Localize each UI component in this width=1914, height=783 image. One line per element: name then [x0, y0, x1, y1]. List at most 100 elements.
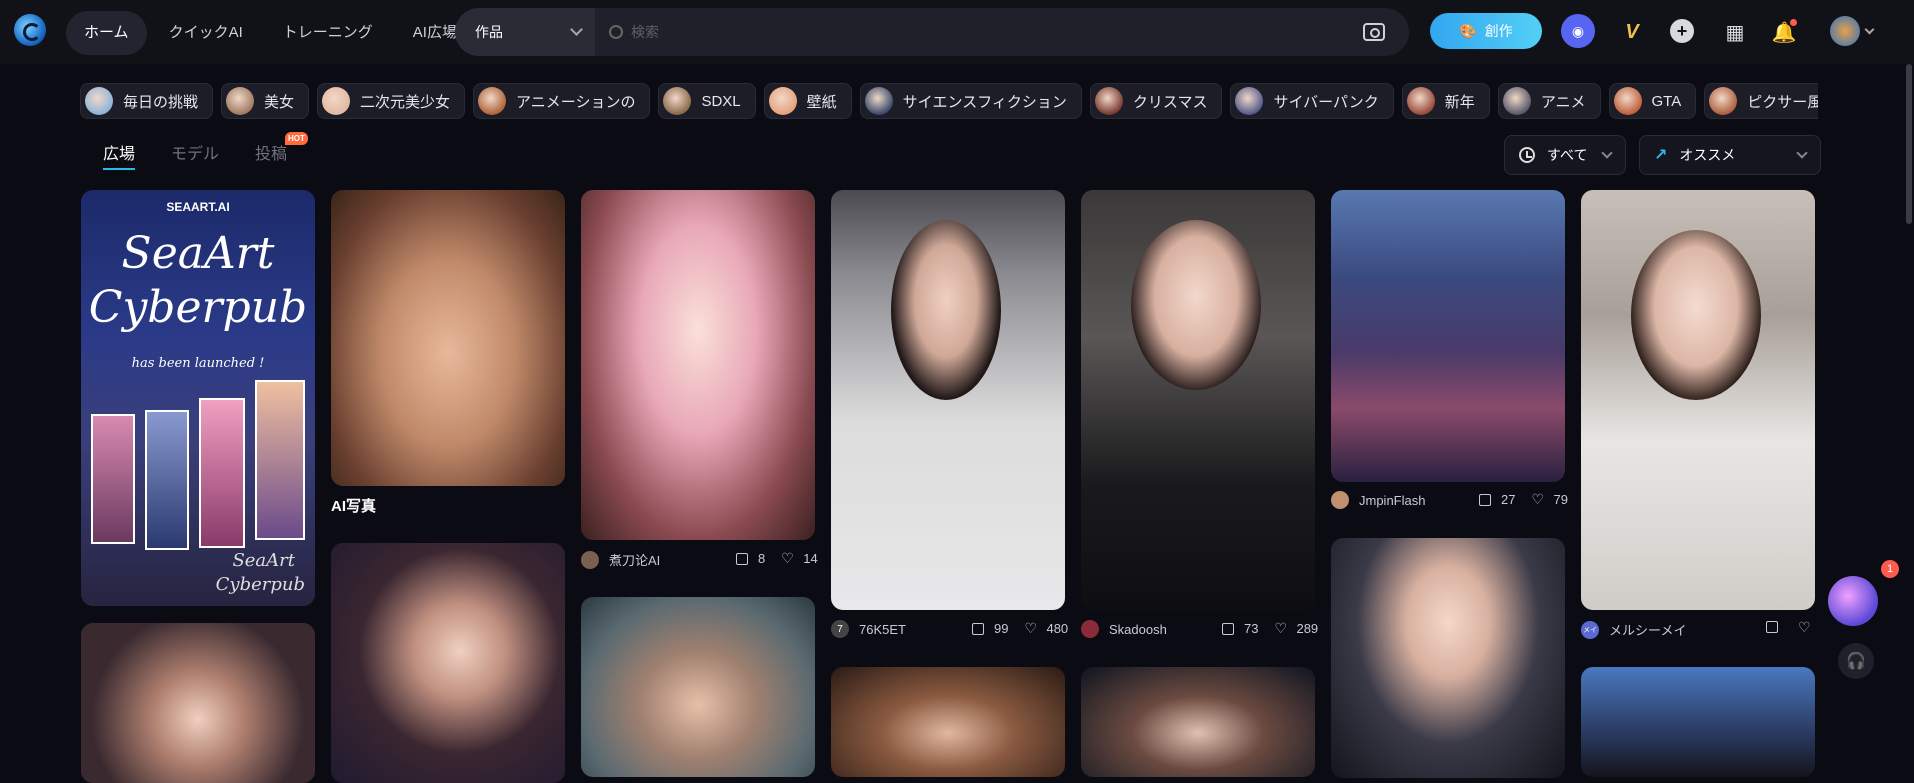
chevron-down-icon [1601, 147, 1613, 159]
chip-thumbnail [1406, 87, 1435, 115]
top-bar: ホーム クイックAI トレーニング AI広場 作品 🎨 創作 ◉ V + ▦ 🔔 [0, 0, 1914, 64]
avatar: メイ [1581, 620, 1599, 639]
category-chip[interactable]: 美女 [221, 83, 310, 119]
thumbs-up-icon[interactable] [1479, 493, 1491, 506]
thumbs-up-icon[interactable] [972, 622, 984, 635]
search-category-select[interactable]: 作品 [455, 8, 595, 56]
heart-icon[interactable]: ♡ [1798, 620, 1811, 634]
headset-icon[interactable]: 🎧 [1838, 643, 1874, 679]
card-author[interactable]: Skadoosh [1081, 620, 1167, 638]
avatar [1081, 620, 1099, 638]
avatar[interactable] [1830, 16, 1860, 46]
chip-thumbnail [478, 87, 507, 115]
category-chip[interactable]: 壁紙 [763, 83, 852, 119]
image-card[interactable] [81, 623, 315, 783]
heart-icon[interactable]: ♡ [1531, 492, 1544, 506]
heart-icon[interactable]: ♡ [1024, 621, 1037, 635]
chevron-down-icon [1796, 147, 1808, 159]
time-filter-label: すべて [1547, 147, 1588, 163]
portrait-image-card[interactable] [331, 190, 565, 486]
category-chip[interactable]: 二次元美少女 [317, 83, 466, 119]
scrollbar[interactable] [1906, 64, 1912, 224]
search-bar: 作品 [455, 8, 1409, 56]
chip-thumbnail [85, 87, 113, 115]
hot-badge: HOT [285, 132, 308, 145]
bell-icon[interactable]: 🔔 [1768, 16, 1800, 48]
card-stats: 8 ♡ 14 [736, 551, 818, 566]
card-author[interactable]: メイ メルシーメイ [1581, 620, 1686, 639]
apps-grid-icon[interactable]: ▦ [1719, 16, 1751, 48]
category-chip[interactable]: SDXL [658, 83, 756, 119]
black-top-image-card[interactable] [1081, 190, 1315, 610]
category-chip[interactable]: サイバーパンク [1230, 83, 1394, 119]
clock-icon [1519, 147, 1535, 163]
image-card[interactable] [1581, 667, 1815, 777]
chip-thumbnail [864, 87, 893, 115]
heart-icon[interactable]: ♡ [1274, 621, 1287, 635]
nav-training[interactable]: トレーニング [265, 11, 391, 55]
author-name: メルシーメイ [1609, 623, 1687, 638]
tab-posts[interactable]: 投稿 HOT [255, 132, 308, 172]
chip-thumbnail [768, 87, 797, 115]
image-card[interactable] [581, 597, 815, 777]
banner-signature-1: SeaArt [232, 550, 295, 571]
heart-count: 480 [1046, 621, 1069, 636]
category-chip[interactable]: GTA [1608, 83, 1697, 119]
chip-thumbnail [1502, 87, 1531, 115]
heart-count: 79 [1553, 492, 1568, 507]
category-chip[interactable]: アニメーションの [473, 83, 651, 119]
banner-image [91, 414, 135, 544]
avatar [1331, 491, 1349, 509]
banner-image [199, 398, 245, 548]
nav-home[interactable]: ホーム [66, 11, 147, 55]
chip-thumbnail [1094, 87, 1123, 115]
chevron-down-icon[interactable] [1864, 24, 1875, 35]
nav-quick-ai[interactable]: クイックAI [151, 11, 261, 55]
author-name: JmpinFlash [1359, 492, 1426, 508]
sort-filter-select[interactable]: ↗ オススメ [1639, 135, 1821, 175]
category-chip[interactable]: 新年 [1401, 83, 1490, 119]
discord-icon[interactable]: ◉ [1561, 14, 1595, 48]
heart-icon[interactable]: ♡ [781, 551, 794, 565]
tab-plaza[interactable]: 広場 [103, 140, 136, 172]
time-filter-select[interactable]: すべて [1504, 135, 1626, 175]
category-chip[interactable]: サイエンスフィクション [859, 83, 1082, 119]
plus-icon[interactable]: + [1670, 19, 1694, 43]
image-card[interactable] [331, 543, 565, 783]
ai-photo-title[interactable]: AI写真 [331, 495, 376, 516]
float-badge: 1 [1881, 560, 1899, 578]
author-name: Skadoosh [1109, 621, 1167, 637]
search-input[interactable] [623, 24, 1363, 40]
image-card[interactable] [1331, 538, 1565, 778]
chip-label: SDXL [701, 92, 741, 110]
image-card[interactable] [831, 667, 1065, 777]
category-chip[interactable]: 毎日の挑戦 [80, 83, 214, 119]
card-author[interactable]: 7 76K5ET [831, 620, 906, 638]
category-chip[interactable]: ピクサー風 [1704, 83, 1818, 119]
assistant-float-icon[interactable] [1828, 576, 1878, 626]
seaart-logo-icon[interactable] [14, 14, 46, 46]
thumbs-up-icon[interactable] [1766, 621, 1778, 633]
card-author[interactable]: JmpinFlash [1331, 491, 1425, 509]
chip-label: アニメ [1540, 93, 1586, 111]
camera-icon[interactable] [1363, 23, 1385, 41]
card-stats: ♡ [1766, 620, 1814, 634]
category-chip[interactable]: アニメ [1497, 83, 1601, 119]
heart-count: 289 [1296, 621, 1319, 636]
category-chip[interactable]: クリスマス [1089, 83, 1223, 119]
author-name: 76K5ET [859, 621, 906, 637]
thumbs-up-icon[interactable] [1222, 622, 1234, 635]
card-author[interactable]: 煮刀论AI [581, 550, 660, 569]
vip-icon[interactable]: V [1616, 16, 1648, 48]
tab-models[interactable]: モデル [171, 140, 219, 172]
search-category-label: 作品 [475, 24, 503, 40]
create-button[interactable]: 🎨 創作 [1430, 13, 1542, 49]
cyberpub-banner-card[interactable]: SEAART.AI SeaArt Cyberpub has been launc… [81, 190, 315, 606]
fairy-image-card[interactable] [581, 190, 815, 540]
sweater-image-card[interactable] [1581, 190, 1815, 610]
chip-thumbnail [1613, 87, 1642, 115]
image-card[interactable] [1081, 667, 1315, 777]
thumbs-up-icon[interactable] [736, 552, 748, 565]
cyber-city-image-card[interactable] [1331, 190, 1565, 482]
city-girl-image-card[interactable] [831, 190, 1065, 610]
